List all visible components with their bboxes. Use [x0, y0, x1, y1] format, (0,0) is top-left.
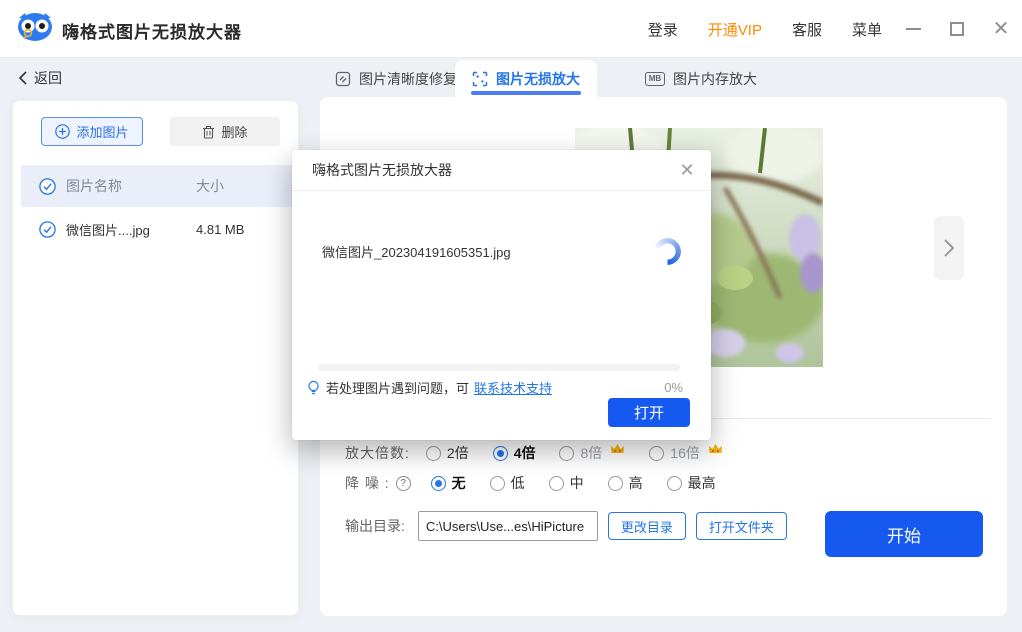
output-directory-row: 输出目录: 更改目录 打开文件夹 — [345, 511, 787, 541]
dialog-tip-row: 若处理图片遇到问题，可 联系技术支持 0% — [306, 378, 683, 397]
add-image-button[interactable]: 添加图片 — [41, 117, 143, 146]
output-path-input[interactable] — [418, 511, 598, 541]
denoise-label: 降 噪 : — [345, 473, 390, 493]
app-window: 嗨格式图片无损放大器 登录 开通VIP 客服 菜单 ✕ 返回 添加图片 — [0, 0, 1022, 632]
check-circle-icon — [39, 178, 56, 195]
denoise-option-low[interactable]: 低 — [490, 473, 525, 493]
next-image-button[interactable] — [934, 216, 964, 280]
app-title: 嗨格式图片无损放大器 — [62, 18, 242, 43]
scale-option-4x[interactable]: 4倍 — [493, 443, 536, 463]
close-dialog-button[interactable]: ✕ — [677, 160, 697, 180]
file-row[interactable]: 微信图片....jpg 4.81 MB — [21, 207, 292, 251]
delete-button[interactable]: 删除 — [170, 117, 280, 146]
customer-service-button[interactable]: 客服 — [792, 19, 822, 40]
dialog-header: 嗨格式图片无损放大器 ✕ — [292, 150, 711, 191]
change-directory-button[interactable]: 更改目录 — [608, 512, 686, 540]
tab-label: 图片内存放大 — [673, 69, 757, 89]
scale-option-8x[interactable]: 8倍 — [559, 443, 602, 463]
titlebar: 嗨格式图片无损放大器 登录 开通VIP 客服 菜单 ✕ — [0, 0, 1022, 58]
close-window-button[interactable]: ✕ — [992, 20, 1010, 38]
add-circle-icon — [55, 124, 70, 139]
lightbulb-icon — [306, 380, 321, 396]
back-label: 返回 — [34, 68, 62, 88]
file-list-panel: 添加图片 删除 图片名称 大小 — [12, 100, 299, 616]
vip-crown-icon — [708, 442, 723, 455]
denoise-row: 降 噪 : ? 无 低 中 高 最高 — [345, 473, 740, 493]
dialog-title: 嗨格式图片无损放大器 — [312, 160, 452, 180]
tab-label: 图片无损放大 — [496, 69, 580, 89]
menu-button[interactable]: 菜单 — [852, 19, 882, 40]
file-name: 微信图片....jpg — [59, 220, 184, 239]
progress-bar — [318, 364, 680, 371]
denoise-option-medium[interactable]: 中 — [549, 473, 584, 493]
radio-icon — [608, 476, 623, 491]
open-folder-button[interactable]: 打开文件夹 — [696, 512, 787, 540]
file-size: 4.81 MB — [184, 222, 244, 237]
column-header-size: 大小 — [184, 176, 224, 196]
delete-label: 删除 — [221, 122, 247, 141]
trash-icon — [202, 125, 215, 139]
denoise-option-high[interactable]: 高 — [608, 473, 643, 493]
open-vip-button[interactable]: 开通VIP — [708, 19, 762, 40]
help-icon[interactable]: ? — [396, 476, 411, 491]
radio-icon — [431, 476, 446, 491]
open-button[interactable]: 打开 — [608, 398, 690, 427]
tab-memory-enlarge[interactable]: MB 图片内存放大 — [640, 60, 762, 97]
radio-icon — [667, 476, 682, 491]
maximize-button[interactable] — [948, 20, 966, 38]
denoise-option-none[interactable]: 无 — [431, 473, 466, 493]
radio-icon — [549, 476, 564, 491]
denoise-option-max[interactable]: 最高 — [667, 473, 716, 493]
chevron-right-icon — [943, 238, 955, 258]
tab-label: 图片清晰度修复 — [359, 69, 457, 89]
expand-icon — [472, 71, 488, 87]
contact-support-link[interactable]: 联系技术支持 — [474, 378, 552, 397]
repair-icon — [335, 71, 351, 87]
app-logo-owl-icon — [16, 12, 54, 44]
radio-icon — [490, 476, 505, 491]
scale-label: 放大倍数: — [345, 443, 410, 463]
check-circle-icon — [39, 221, 56, 238]
window-controls: ✕ — [904, 0, 1010, 58]
back-button[interactable]: 返回 — [18, 68, 62, 88]
radio-icon — [426, 446, 441, 461]
processing-file-row: 微信图片_202304191605351.jpg — [322, 238, 681, 265]
maximize-icon — [950, 22, 964, 36]
progress-percent: 0% — [664, 380, 683, 395]
scale-option-16x[interactable]: 16倍 — [649, 443, 700, 463]
scale-option-2x[interactable]: 2倍 — [426, 443, 469, 463]
file-table-header: 图片名称 大小 — [21, 165, 292, 207]
start-button[interactable]: 开始 — [825, 511, 983, 557]
mb-icon: MB — [645, 72, 665, 86]
radio-icon — [649, 446, 664, 461]
loading-spinner-icon — [654, 238, 681, 265]
output-dir-label: 输出目录: — [345, 516, 405, 536]
active-tab-indicator — [471, 91, 581, 95]
radio-icon — [559, 446, 574, 461]
minimize-icon — [906, 28, 921, 30]
radio-icon — [493, 446, 508, 461]
scale-factor-row: 放大倍数: 2倍 4倍 8倍 16倍 — [345, 443, 747, 463]
select-all-checkbox[interactable] — [39, 178, 59, 195]
top-navigation: 登录 开通VIP 客服 菜单 — [648, 0, 882, 58]
processing-dialog: 嗨格式图片无损放大器 ✕ 微信图片_202304191605351.jpg 若处… — [292, 150, 711, 440]
add-image-label: 添加图片 — [76, 122, 128, 141]
row-checkbox[interactable] — [39, 221, 59, 238]
column-header-name: 图片名称 — [59, 176, 184, 196]
login-button[interactable]: 登录 — [648, 19, 678, 40]
vip-crown-icon — [610, 442, 625, 455]
tip-text: 若处理图片遇到问题，可 — [326, 378, 469, 397]
chevron-left-icon — [18, 71, 27, 85]
processing-file-name: 微信图片_202304191605351.jpg — [322, 242, 511, 261]
tab-image-clarity-repair[interactable]: 图片清晰度修复 — [330, 60, 462, 97]
minimize-button[interactable] — [904, 20, 922, 38]
